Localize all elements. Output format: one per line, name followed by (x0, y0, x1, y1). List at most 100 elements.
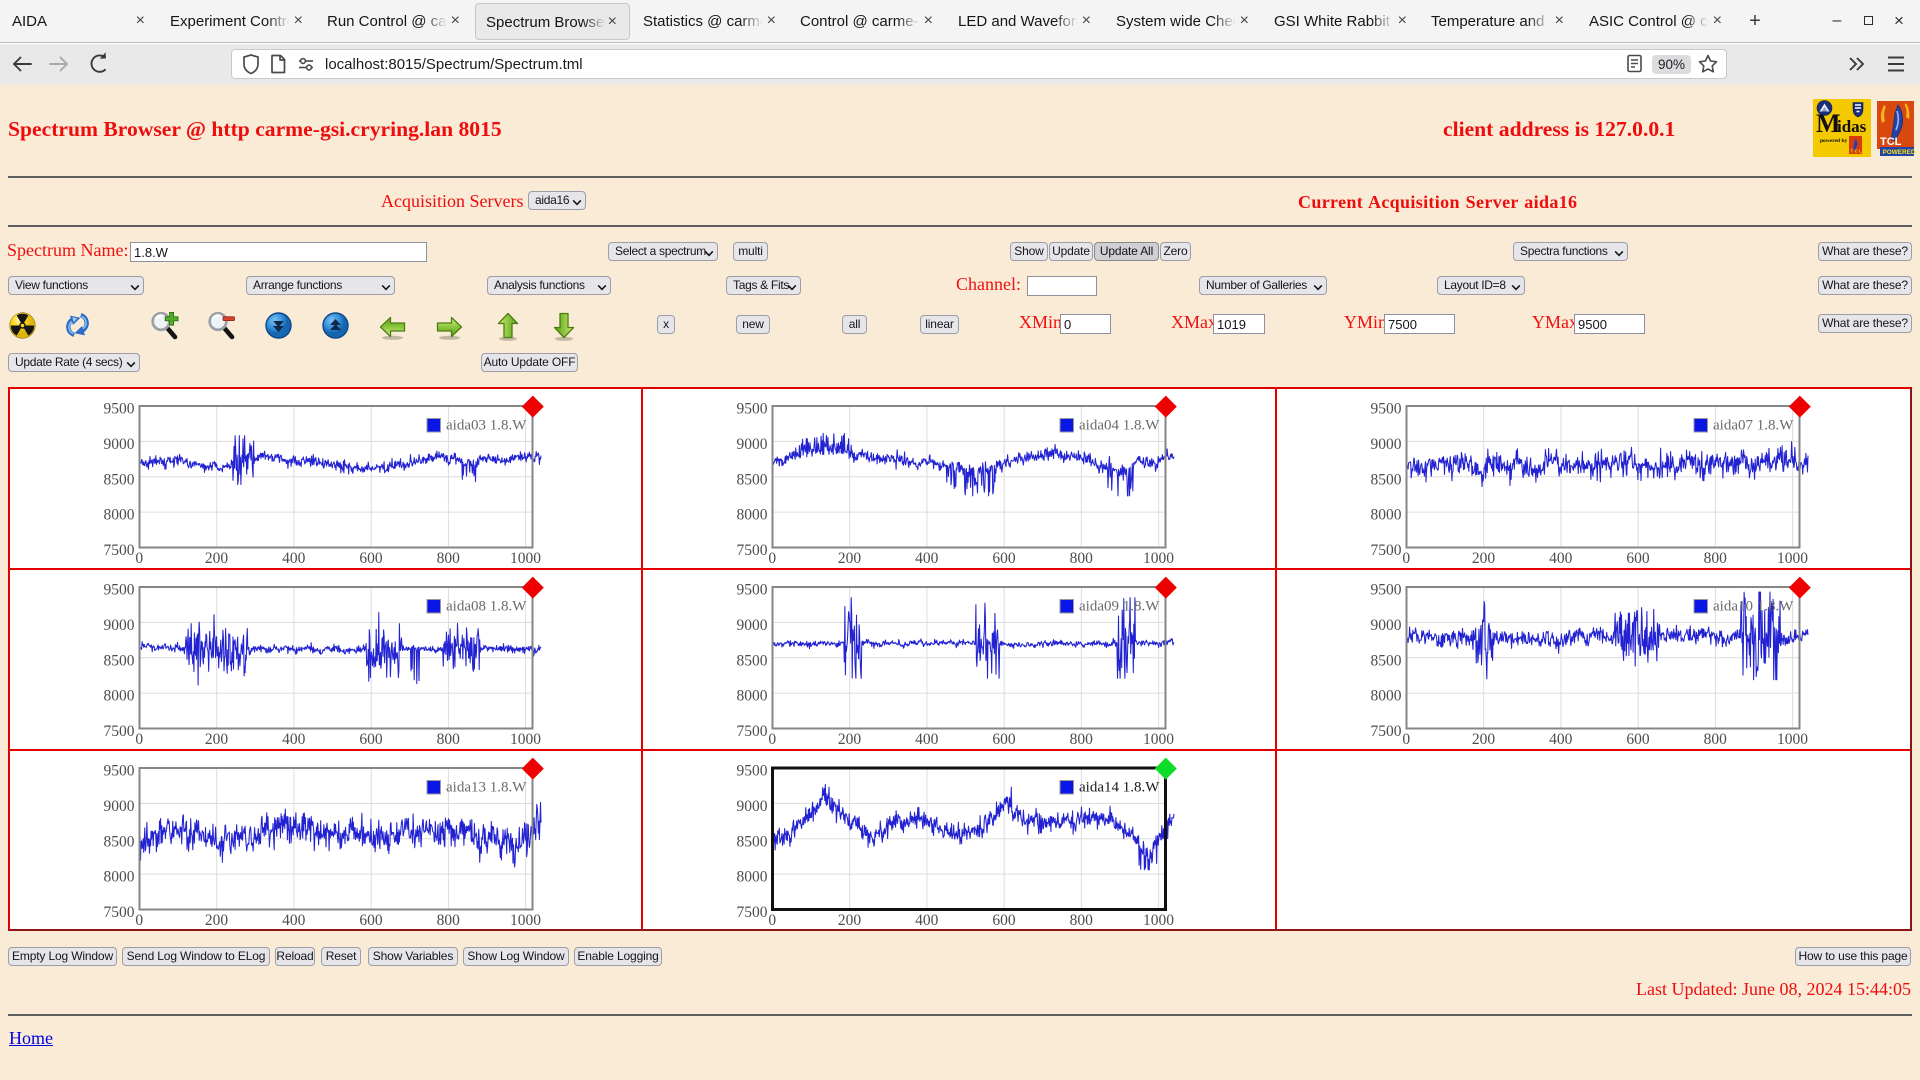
svg-text:800: 800 (437, 731, 461, 747)
svg-text:aida08 1.8.W: aida08 1.8.W (446, 598, 527, 614)
svg-text:600: 600 (359, 550, 383, 566)
svg-text:600: 600 (359, 912, 383, 928)
svg-text:0: 0 (135, 912, 143, 928)
svg-text:9000: 9000 (104, 436, 135, 453)
svg-text:aida14 1.8.W: aida14 1.8.W (1079, 779, 1160, 795)
svg-text:800: 800 (1070, 550, 1094, 566)
svg-text:400: 400 (915, 912, 939, 928)
svg-text:TCL: TCL (1880, 136, 1902, 148)
svg-text:8500: 8500 (1370, 652, 1401, 669)
svg-text:8000: 8000 (1370, 687, 1401, 704)
svg-text:9000: 9000 (104, 617, 135, 634)
svg-text:8500: 8500 (104, 652, 135, 669)
svg-text:powered by: powered by (1820, 138, 1847, 144)
svg-text:400: 400 (282, 912, 306, 928)
svg-text:800: 800 (1703, 550, 1727, 566)
svg-text:9000: 9000 (1370, 436, 1401, 453)
svg-text:200: 200 (205, 550, 229, 566)
svg-text:0: 0 (135, 731, 143, 747)
svg-text:600: 600 (993, 731, 1017, 747)
svg-text:600: 600 (993, 912, 1017, 928)
svg-text:9500: 9500 (104, 763, 135, 780)
svg-text:7500: 7500 (104, 542, 135, 559)
svg-text:8000: 8000 (1370, 507, 1401, 524)
svg-text:aida07 1.8.W: aida07 1.8.W (1713, 418, 1794, 434)
svg-text:200: 200 (838, 731, 862, 747)
svg-text:200: 200 (1471, 550, 1495, 566)
svg-text:200: 200 (838, 912, 862, 928)
svg-text:8000: 8000 (737, 507, 768, 524)
svg-text:0: 0 (769, 912, 777, 928)
svg-text:1000: 1000 (1777, 731, 1808, 747)
svg-text:9000: 9000 (104, 798, 135, 815)
svg-text:9500: 9500 (737, 763, 768, 780)
svg-text:200: 200 (205, 912, 229, 928)
svg-text:1000: 1000 (1143, 912, 1174, 928)
svg-text:7500: 7500 (737, 723, 768, 740)
svg-text:idas: idas (1837, 117, 1867, 136)
svg-text:1000: 1000 (510, 912, 541, 928)
svg-text:aida13 1.8.W: aida13 1.8.W (446, 779, 527, 795)
svg-text:1000: 1000 (1143, 731, 1174, 747)
svg-text:9500: 9500 (104, 401, 135, 418)
svg-text:aida09 1.8.W: aida09 1.8.W (1079, 598, 1160, 614)
svg-text:1000: 1000 (510, 731, 541, 747)
svg-text:9000: 9000 (737, 798, 768, 815)
svg-text:200: 200 (1471, 731, 1495, 747)
svg-text:800: 800 (437, 912, 461, 928)
svg-text:8000: 8000 (104, 507, 135, 524)
svg-text:9500: 9500 (104, 581, 135, 598)
svg-text:9500: 9500 (1370, 401, 1401, 418)
svg-text:8500: 8500 (104, 471, 135, 488)
svg-text:400: 400 (915, 731, 939, 747)
svg-text:8500: 8500 (737, 833, 768, 850)
svg-text:400: 400 (915, 550, 939, 566)
svg-text:9000: 9000 (737, 617, 768, 634)
svg-text:8000: 8000 (104, 869, 135, 886)
svg-text:800: 800 (1070, 731, 1094, 747)
svg-text:aida03 1.8.W: aida03 1.8.W (446, 418, 527, 434)
svg-text:9000: 9000 (737, 436, 768, 453)
svg-text:600: 600 (993, 550, 1017, 566)
svg-text:0: 0 (1402, 731, 1410, 747)
svg-text:9000: 9000 (1370, 617, 1401, 634)
svg-text:600: 600 (1626, 550, 1650, 566)
svg-text:800: 800 (1070, 912, 1094, 928)
svg-text:8500: 8500 (737, 652, 768, 669)
svg-text:8500: 8500 (104, 833, 135, 850)
svg-text:9500: 9500 (737, 401, 768, 418)
svg-text:8000: 8000 (104, 687, 135, 704)
svg-text:400: 400 (282, 731, 306, 747)
svg-text:8500: 8500 (737, 471, 768, 488)
svg-text:1000: 1000 (1143, 550, 1174, 566)
svg-text:0: 0 (1402, 550, 1410, 566)
svg-text:400: 400 (282, 550, 306, 566)
svg-text:aida10 1.8.W: aida10 1.8.W (1713, 598, 1794, 614)
svg-text:8000: 8000 (737, 687, 768, 704)
svg-text:600: 600 (1626, 731, 1650, 747)
svg-text:800: 800 (437, 550, 461, 566)
svg-text:0: 0 (769, 731, 777, 747)
svg-text:0: 0 (769, 550, 777, 566)
svg-text:7500: 7500 (737, 904, 768, 921)
svg-text:9500: 9500 (1370, 581, 1401, 598)
svg-text:400: 400 (1549, 731, 1573, 747)
svg-text:aida04 1.8.W: aida04 1.8.W (1079, 418, 1160, 434)
svg-text:7500: 7500 (1370, 542, 1401, 559)
svg-text:POWERED: POWERED (1883, 149, 1916, 156)
svg-text:7500: 7500 (737, 542, 768, 559)
svg-text:9500: 9500 (737, 581, 768, 598)
svg-text:1000: 1000 (1777, 550, 1808, 566)
svg-text:1000: 1000 (510, 550, 541, 566)
svg-text:800: 800 (1703, 731, 1727, 747)
svg-text:200: 200 (838, 550, 862, 566)
svg-text:0: 0 (135, 550, 143, 566)
svg-text:7500: 7500 (104, 904, 135, 921)
svg-text:600: 600 (359, 731, 383, 747)
svg-text:8500: 8500 (1370, 471, 1401, 488)
svg-text:400: 400 (1549, 550, 1573, 566)
svg-text:200: 200 (205, 731, 229, 747)
svg-text:8000: 8000 (737, 869, 768, 886)
svg-text:7500: 7500 (1370, 723, 1401, 740)
svg-text:T C L: T C L (1851, 149, 1862, 154)
